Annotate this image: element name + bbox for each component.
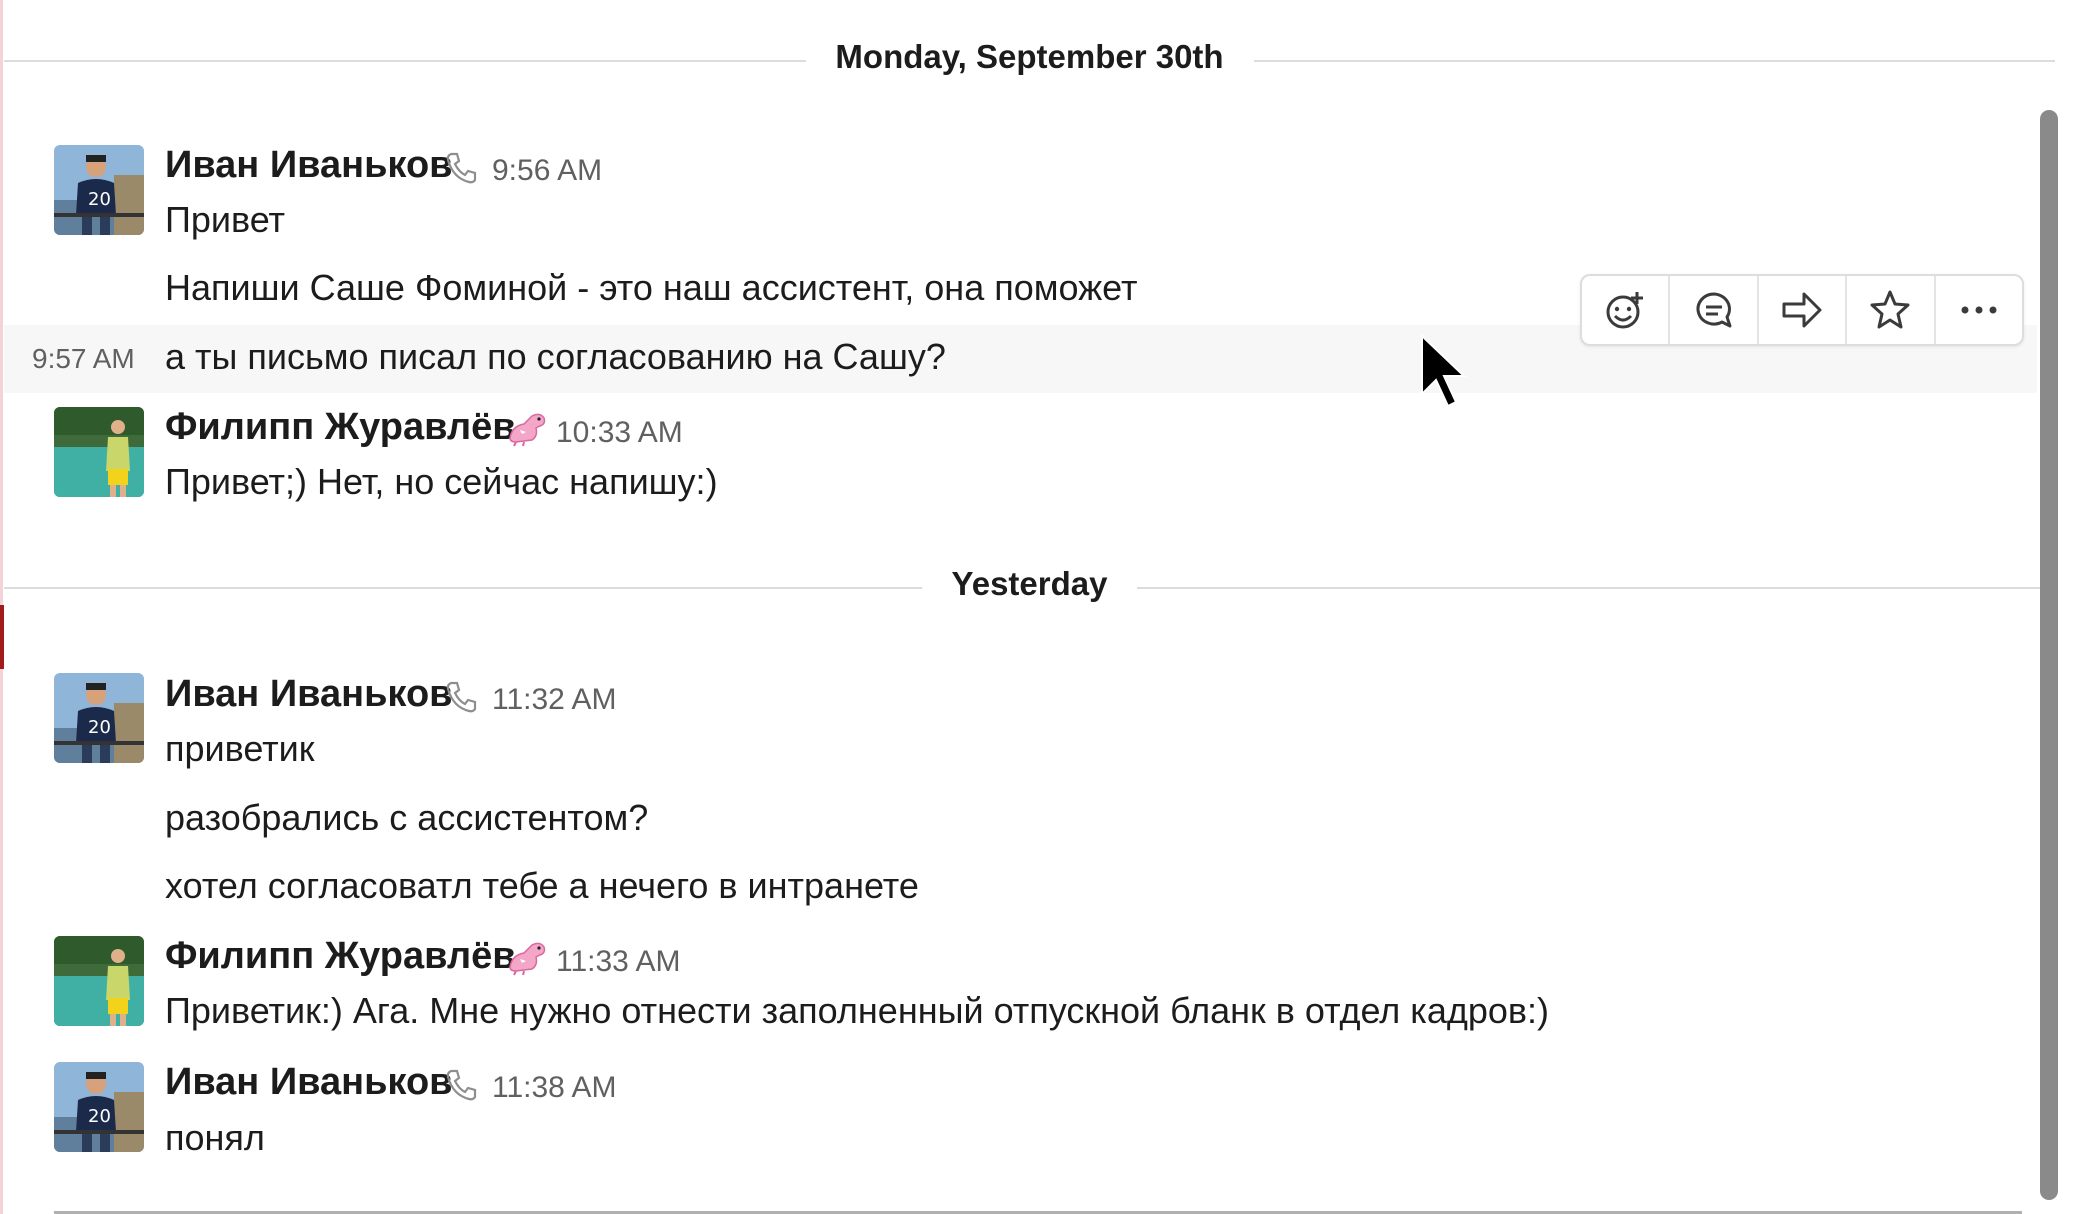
message-text: Приветик:) Ага. Мне нужно отнести заполн…	[165, 990, 1550, 1031]
date-divider-label[interactable]: Monday, September 30th	[805, 38, 1254, 76]
avatar[interactable]: 20	[54, 1062, 144, 1152]
phone-icon	[446, 152, 477, 184]
more-actions-icon	[1961, 306, 1997, 314]
sender-name[interactable]: Иван Иваньков	[165, 673, 453, 716]
message-text: хотел согласоватл тебе а нечего в интран…	[165, 865, 919, 906]
share-message-button[interactable]	[1759, 276, 1848, 344]
sender-name[interactable]: Филипп Журавлёв	[165, 935, 516, 978]
message-timestamp[interactable]: 11:32 AM	[492, 683, 617, 717]
message-text: приветик	[165, 728, 315, 769]
share-icon	[1782, 292, 1822, 328]
avatar[interactable]	[54, 407, 144, 497]
message-text: Привет;) Нет, но сейчас напишу:)	[165, 461, 718, 502]
sender-name[interactable]: Иван Иваньков	[165, 144, 453, 187]
avatar[interactable]	[54, 936, 144, 1026]
message-text: понял	[165, 1117, 265, 1158]
sender-name[interactable]: Иван Иваньков	[165, 1061, 453, 1104]
svg-text:20: 20	[88, 1106, 111, 1127]
mouse-cursor-icon	[1421, 334, 1467, 408]
message-actions-toolbar	[1580, 274, 2024, 346]
date-divider-label[interactable]: Yesterday	[921, 565, 1138, 603]
date-divider: Yesterday	[4, 557, 2055, 617]
scrollbar[interactable]	[2040, 110, 2058, 1200]
message-timestamp[interactable]: 9:56 AM	[492, 154, 602, 188]
svg-text:20: 20	[88, 717, 111, 738]
message-text: разобрались с ассистентом?	[165, 797, 649, 838]
avatar[interactable]: 20	[54, 673, 144, 763]
message-timestamp[interactable]: 11:38 AM	[492, 1071, 617, 1105]
message-timestamp[interactable]: 10:33 AM	[556, 416, 683, 450]
pink-dragon-emoji	[509, 413, 546, 447]
svg-text:20: 20	[88, 189, 111, 210]
add-reaction-button[interactable]	[1582, 276, 1671, 344]
pink-dragon-emoji	[509, 942, 546, 976]
avatar[interactable]: 20	[54, 145, 144, 235]
sender-name[interactable]: Филипп Журавлёв	[165, 406, 516, 449]
more-actions-button[interactable]	[1936, 276, 2022, 344]
message-timestamp[interactable]: 11:33 AM	[556, 945, 681, 979]
add-reaction-icon	[1606, 292, 1644, 329]
phone-icon	[446, 681, 477, 713]
phone-icon	[446, 1069, 477, 1101]
message-text: а ты письмо писал по согласованию на Саш…	[165, 336, 946, 377]
message-timestamp[interactable]: 9:57 AM	[32, 343, 135, 375]
reply-thread-icon	[1696, 292, 1732, 328]
date-divider: Monday, September 30th	[4, 30, 2055, 90]
save-message-button[interactable]	[1847, 276, 1936, 344]
star-icon	[1870, 290, 1910, 329]
message-text: Напиши Саше Фоминой - это наш ассистент,…	[165, 267, 1138, 308]
reply-thread-button[interactable]	[1670, 276, 1759, 344]
message-text: Привет	[165, 199, 286, 240]
